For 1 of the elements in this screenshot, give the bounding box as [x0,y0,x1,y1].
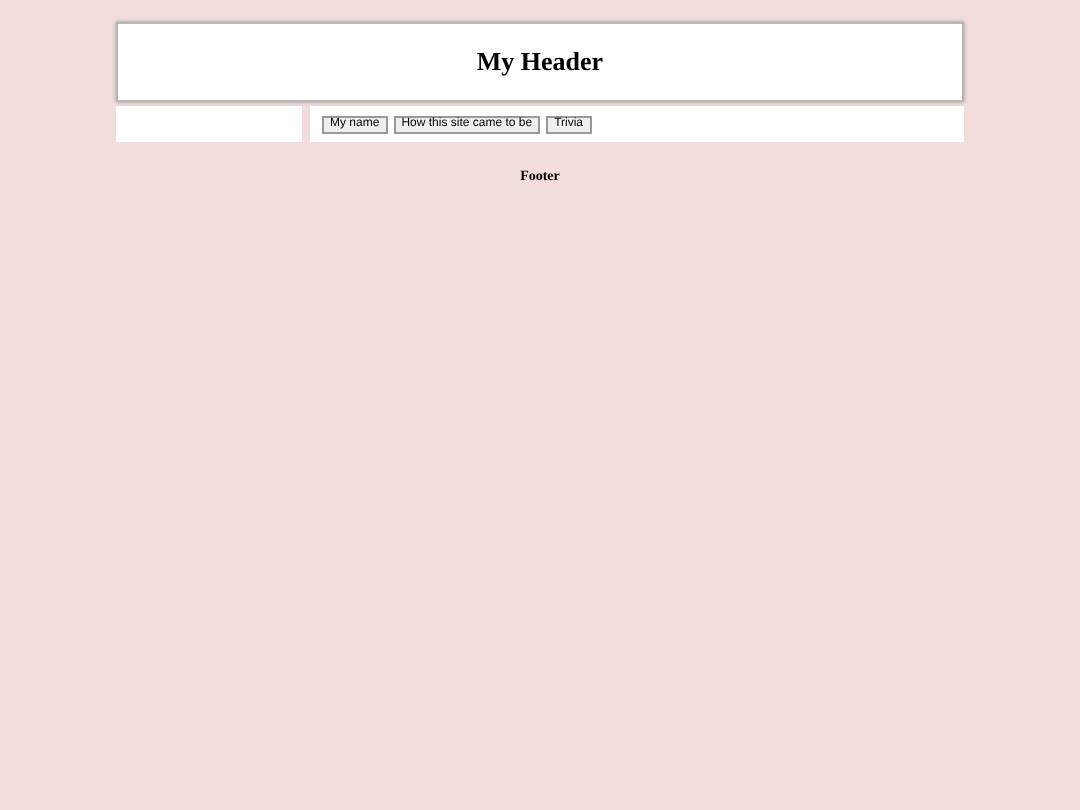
header-title: My Header [476,44,604,81]
